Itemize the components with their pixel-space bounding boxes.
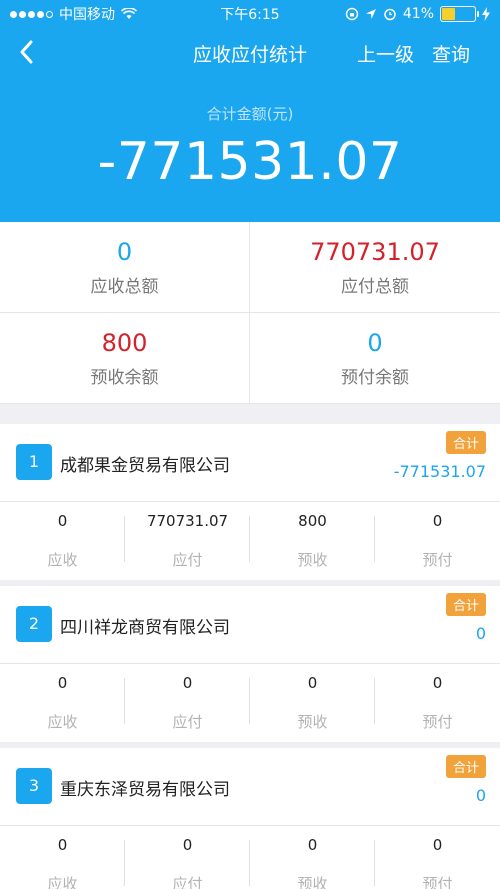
company-index-badge: 2 <box>16 606 52 642</box>
stat-value: 0 <box>307 674 318 692</box>
query-button[interactable]: 查询 <box>432 40 470 67</box>
company-amount: 0 <box>475 624 486 643</box>
prereceived-balance-label: 预收余额 <box>90 367 159 388</box>
stat-label: 应收 <box>47 875 78 889</box>
carrier-label: 中国移动 <box>59 7 115 23</box>
stat-payable: 0 应付 <box>125 836 250 889</box>
stat-label: 应收 <box>47 713 78 731</box>
stat-value: 0 <box>432 836 443 854</box>
stat-prereceived: 800 预收 <box>250 512 375 570</box>
company-amount: 0 <box>475 786 486 805</box>
stat-value: 800 <box>298 512 327 530</box>
stat-prepaid: 0 预付 <box>375 674 500 732</box>
company-index-badge: 3 <box>16 768 52 804</box>
stat-label: 应付 <box>172 875 203 889</box>
charging-icon <box>482 7 490 21</box>
total-tag: 合计 <box>445 755 486 778</box>
up-level-button[interactable]: 上一级 <box>357 40 414 67</box>
stat-label: 预收 <box>297 551 328 569</box>
wifi-icon <box>121 8 137 19</box>
company-stats: 0 应收 0 应付 0 预收 0 预付 <box>0 826 500 889</box>
stat-label: 应付 <box>172 713 203 731</box>
stat-value: 0 <box>182 836 193 854</box>
company-card[interactable]: 2 四川祥龙商贸有限公司 合计 0 0 应收 0 应付 0 预收 0 预付 <box>0 586 500 742</box>
stat-receivable: 0 应收 <box>0 512 125 570</box>
stat-value: 0 <box>57 674 68 692</box>
payable-total-label: 应付总额 <box>341 276 409 297</box>
prereceived-balance-cell[interactable]: 800 预收余额 <box>0 313 250 404</box>
header: 中国移动 下午6:15 41% 应收应付统计 上一级 查询 合计金额(元) -7… <box>0 0 500 222</box>
company-name: 四川祥龙商贸有限公司 <box>60 618 230 638</box>
company-header[interactable]: 1 成都果金贸易有限公司 合计 -771531.07 <box>0 424 500 502</box>
total-amount-value: -771531.07 <box>97 132 403 192</box>
prepaid-balance-cell[interactable]: 0 预付余额 <box>250 313 500 404</box>
stat-prereceived: 0 预收 <box>250 836 375 889</box>
stat-prepaid: 0 预付 <box>375 836 500 889</box>
stat-label: 预收 <box>297 875 328 889</box>
stat-value: 0 <box>432 674 443 692</box>
company-header[interactable]: 3 重庆东泽贸易有限公司 合计 0 <box>0 748 500 826</box>
total-tag: 合计 <box>445 431 486 454</box>
total-tag: 合计 <box>445 593 486 616</box>
stat-label: 应付 <box>172 551 203 569</box>
stat-value: 0 <box>57 512 68 530</box>
alarm-icon <box>384 8 396 21</box>
battery-percent: 41% <box>402 6 434 22</box>
location-arrow-icon <box>365 9 376 19</box>
payable-total-cell[interactable]: 770731.07 应付总额 <box>250 222 500 313</box>
stat-label: 预付 <box>422 713 453 731</box>
payable-total-value: 770731.07 <box>310 237 440 266</box>
stat-value: 0 <box>432 512 443 530</box>
prepaid-balance-value: 0 <box>367 328 383 357</box>
stat-value: 0 <box>57 836 68 854</box>
stat-value: 0 <box>182 674 193 692</box>
company-index-badge: 1 <box>16 444 52 480</box>
signal-icon <box>10 10 53 18</box>
company-list: 1 成都果金贸易有限公司 合计 -771531.07 0 应收 770731.0… <box>0 424 500 889</box>
company-name: 成都果金贸易有限公司 <box>60 456 230 476</box>
company-stats: 0 应收 770731.07 应付 800 预收 0 预付 <box>0 502 500 580</box>
stat-label: 应收 <box>47 551 78 569</box>
company-stats: 0 应收 0 应付 0 预收 0 预付 <box>0 664 500 742</box>
orientation-lock-icon <box>345 7 359 21</box>
company-card[interactable]: 1 成都果金贸易有限公司 合计 -771531.07 0 应收 770731.0… <box>0 424 500 580</box>
back-icon[interactable] <box>14 38 42 66</box>
company-amount: -771531.07 <box>393 462 486 481</box>
prepaid-balance-label: 预付余额 <box>341 367 409 388</box>
receivable-total-label: 应收总额 <box>90 276 159 297</box>
receivable-total-cell[interactable]: 0 应收总额 <box>0 222 250 313</box>
section-gap <box>0 404 500 424</box>
stat-receivable: 0 应收 <box>0 836 125 889</box>
stat-value: 0 <box>307 836 318 854</box>
stat-receivable: 0 应收 <box>0 674 125 732</box>
prereceived-balance-value: 800 <box>101 328 148 357</box>
receivable-total-value: 0 <box>116 237 133 266</box>
nav-bar: 应收应付统计 上一级 查询 <box>0 28 500 76</box>
summary-grid: 0 应收总额 770731.07 应付总额 800 预收余额 0 预付余额 <box>0 222 500 404</box>
stat-payable: 0 应付 <box>125 674 250 732</box>
company-header[interactable]: 2 四川祥龙商贸有限公司 合计 0 <box>0 586 500 664</box>
stat-label: 预收 <box>297 713 328 731</box>
stat-label: 预付 <box>422 551 453 569</box>
stat-prereceived: 0 预收 <box>250 674 375 732</box>
stat-prepaid: 0 预付 <box>375 512 500 570</box>
battery-icon <box>440 6 479 22</box>
company-card[interactable]: 3 重庆东泽贸易有限公司 合计 0 0 应收 0 应付 0 预收 0 预付 <box>0 748 500 889</box>
stat-label: 预付 <box>422 875 453 889</box>
total-amount-label: 合计金额(元) <box>206 105 294 123</box>
status-bar: 中国移动 下午6:15 41% <box>0 0 500 28</box>
company-name: 重庆东泽贸易有限公司 <box>60 780 230 800</box>
stat-payable: 770731.07 应付 <box>125 512 250 570</box>
stat-value: 770731.07 <box>146 512 229 530</box>
